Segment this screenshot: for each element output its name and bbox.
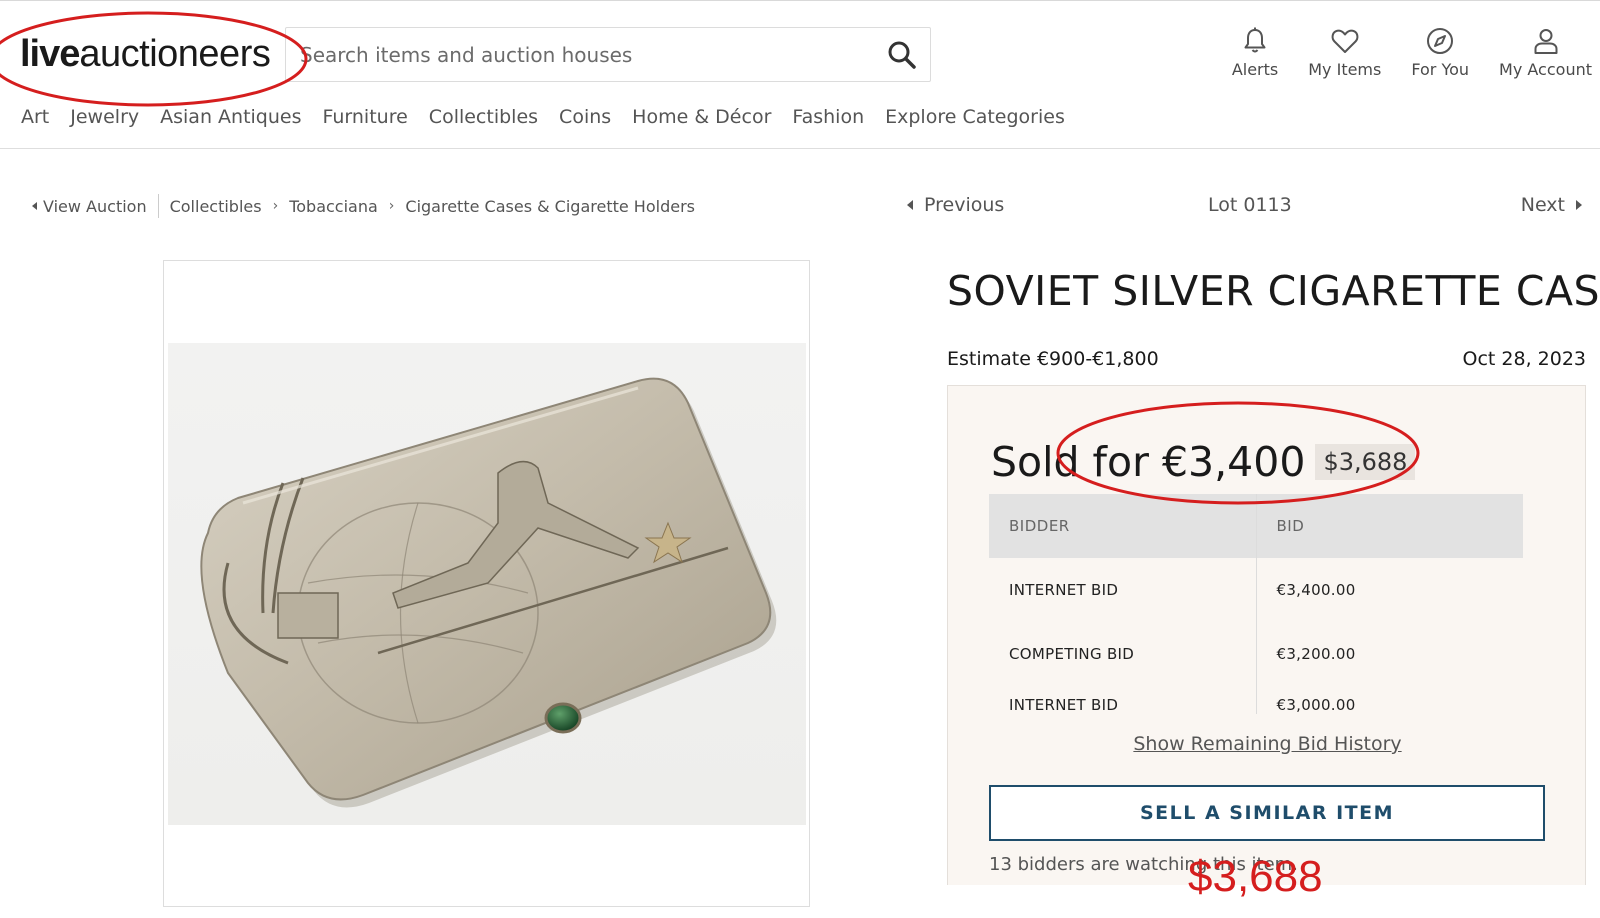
breadcrumb-divider: [157, 194, 159, 218]
bid-cell: €3,000.00: [1276, 696, 1356, 714]
cigarette-case-image: [200, 377, 777, 808]
search-input[interactable]: [300, 28, 860, 81]
previous-label: Previous: [924, 194, 1005, 216]
user-icon: [1534, 29, 1558, 54]
breadcrumb-tobacciana[interactable]: Tobacciana: [289, 197, 378, 216]
sold-price-line: Sold for €3,400 $3,688: [991, 438, 1416, 486]
category-collectibles[interactable]: Collectibles: [429, 106, 538, 128]
logo-auctioneers-text: auctioneers: [79, 33, 271, 75]
header-divider: [0, 148, 1600, 149]
breadcrumb-collectibles[interactable]: Collectibles: [170, 197, 262, 216]
category-art[interactable]: Art: [21, 106, 49, 128]
breadcrumb-cigarette-cases[interactable]: Cigarette Cases & Cigarette Holders: [405, 197, 695, 216]
search-icon: [888, 41, 916, 69]
lot-number: Lot 0113: [1208, 194, 1292, 216]
bidder-cell: INTERNET BID: [989, 686, 1257, 714]
bidder-cell: COMPETING BID: [989, 622, 1257, 686]
caret-right-icon: [1576, 200, 1582, 210]
alerts-button[interactable]: Alerts: [1232, 26, 1278, 79]
category-asian-antiques[interactable]: Asian Antiques: [160, 106, 301, 128]
caret-left-icon: [32, 202, 37, 210]
product-photo: [168, 343, 806, 825]
next-lot-button[interactable]: Next: [1521, 194, 1582, 216]
caret-left-icon: [907, 200, 913, 210]
compass-icon: [1427, 28, 1454, 54]
previous-lot-button[interactable]: Previous: [907, 194, 1004, 216]
site-logo[interactable]: liveauctioneers: [20, 33, 271, 76]
lot-title: SOVIET SILVER CIGARETTE CASE: [947, 267, 1600, 315]
category-fashion[interactable]: Fashion: [792, 106, 864, 128]
estimate-text: Estimate €900-€1,800: [947, 348, 1159, 370]
category-nav: Art Jewelry Asian Antiques Furniture Col…: [21, 106, 1086, 128]
table-row: INTERNET BID €3,000.00: [989, 686, 1523, 714]
product-image-frame[interactable]: [163, 260, 810, 907]
bid-history-table: BIDDER BID INTERNET BID €3,400.00 COMPET…: [989, 494, 1523, 714]
category-home-decor[interactable]: Home & Décor: [632, 106, 771, 128]
alerts-label: Alerts: [1231, 60, 1279, 79]
category-furniture[interactable]: Furniture: [322, 106, 407, 128]
sell-similar-item-button[interactable]: SELL A SIMILAR ITEM: [989, 785, 1545, 841]
search-bar: [285, 27, 931, 82]
chevron-right-icon: ›: [388, 198, 395, 214]
sold-price: Sold for €3,400: [991, 438, 1306, 486]
my-account-label: My Account: [1499, 60, 1592, 79]
bidder-cell: INTERNET BID: [989, 558, 1257, 622]
bid-column-header: BID: [1256, 494, 1523, 558]
next-label: Next: [1520, 194, 1565, 216]
my-account-button[interactable]: My Account: [1499, 26, 1592, 79]
heart-icon: [1331, 29, 1359, 53]
table-row: COMPETING BID €3,200.00: [989, 622, 1523, 686]
table-row: INTERNET BID €3,400.00: [989, 558, 1523, 622]
bid-cell: €3,400.00: [1276, 581, 1356, 599]
chevron-right-icon: ›: [272, 198, 279, 214]
watchers-count-text: 13 bidders are watching this item.: [989, 854, 1298, 875]
category-jewelry[interactable]: Jewelry: [70, 106, 139, 128]
breadcrumb: View Auction Collectibles › Tobacciana ›…: [32, 194, 695, 218]
for-you-label: For You: [1411, 60, 1470, 79]
usd-price-badge: $3,688: [1315, 444, 1416, 480]
top-border: [0, 0, 1600, 1]
my-items-label: My Items: [1308, 60, 1382, 79]
category-explore[interactable]: Explore Categories: [885, 106, 1065, 128]
bell-icon: [1244, 27, 1266, 53]
view-auction-link[interactable]: View Auction: [43, 197, 147, 216]
bid-cell: €3,200.00: [1276, 645, 1356, 663]
sale-date: Oct 28, 2023: [1462, 348, 1587, 370]
table-header-row: BIDDER BID: [989, 494, 1523, 558]
show-remaining-bids-link[interactable]: Show Remaining Bid History: [948, 733, 1587, 755]
logo-live-text: live: [20, 33, 80, 75]
category-coins[interactable]: Coins: [559, 106, 611, 128]
bidder-column-header: BIDDER: [989, 494, 1257, 558]
my-items-button[interactable]: My Items: [1308, 26, 1381, 79]
for-you-button[interactable]: For You: [1411, 26, 1469, 79]
bid-panel: Sold for €3,400 $3,688 BIDDER BID INTERN…: [947, 385, 1586, 885]
search-button[interactable]: [886, 39, 918, 71]
header-actions: Alerts My Items For You My Account: [1202, 26, 1592, 79]
